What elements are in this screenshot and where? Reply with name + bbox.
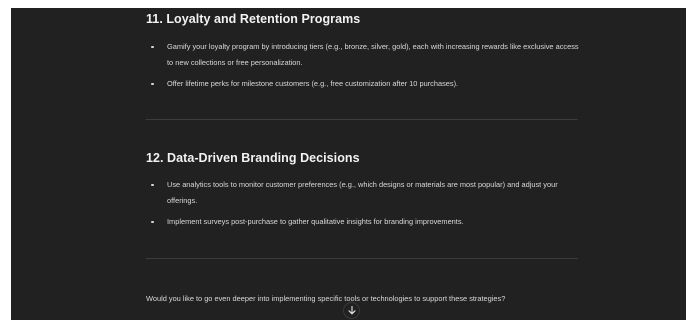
bullet-list: Use analytics tools to monitor customer …	[146, 177, 580, 230]
arrow-down-icon	[347, 306, 356, 315]
list-item: Gamify your loyalty program by introduci…	[146, 39, 580, 70]
list-item: Offer lifetime perks for milestone custo…	[146, 76, 580, 92]
scroll-to-bottom-button[interactable]	[343, 302, 360, 319]
closing-question: Would you like to go even deeper into im…	[146, 294, 506, 303]
divider	[146, 258, 578, 259]
divider	[146, 119, 578, 120]
chat-window: 11. Loyalty and Retention Programs Gamif…	[11, 8, 686, 320]
section-title: 12. Data-Driven Branding Decisions	[146, 151, 360, 165]
section-title: 11. Loyalty and Retention Programs	[146, 12, 361, 26]
list-item: Use analytics tools to monitor customer …	[146, 177, 580, 208]
bullet-list: Gamify your loyalty program by introduci…	[146, 39, 580, 92]
list-item: Implement surveys post-purchase to gathe…	[146, 214, 580, 230]
